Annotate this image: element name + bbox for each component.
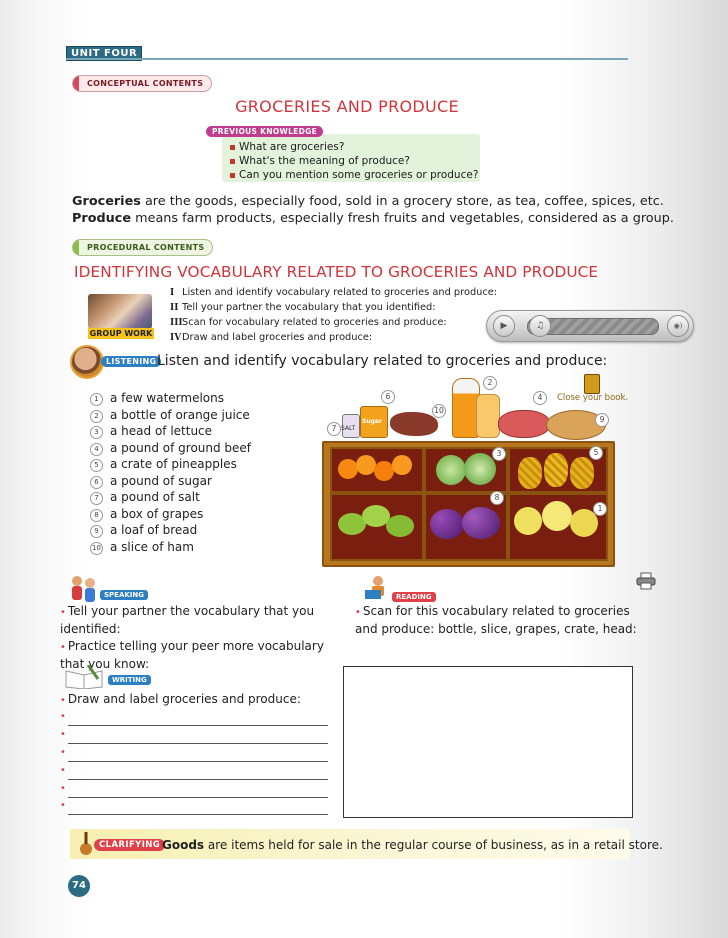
writing-badge: WRITING: [108, 675, 151, 685]
illustration-number: 10: [432, 404, 446, 418]
close-book-note: Close your book.: [557, 393, 629, 403]
previous-knowledge-item: What are groceries?: [230, 141, 344, 153]
previous-knowledge-item: What's the meaning of produce?: [230, 155, 410, 167]
illustration-number: 3: [492, 447, 506, 461]
illustration-number: 4: [533, 391, 547, 405]
reading-icon: [362, 574, 390, 602]
writing-icon: [64, 664, 106, 690]
printer-icon[interactable]: [636, 572, 656, 590]
writing-line[interactable]: [68, 725, 328, 726]
clarifying-badge: CLARIFYING: [94, 839, 166, 851]
illustration-number: 6: [381, 390, 395, 404]
section-title: IDENTIFYING VOCABULARY RELATED TO GROCER…: [74, 263, 599, 281]
listening-avatar: [70, 345, 104, 379]
writing-instruction: • Draw and label groceries and produce:: [60, 692, 301, 706]
mangoes-bin: [330, 493, 424, 561]
reading-items: • Scan for this vocabulary related to gro…: [355, 603, 640, 638]
play-icon[interactable]: ▶: [493, 315, 515, 337]
step-item: IVDraw and label groceries and produce:: [170, 332, 373, 343]
writing-bullet: •: [60, 783, 66, 794]
listening-badge: LISTENING: [101, 356, 162, 367]
juice-carton: [476, 394, 500, 438]
step-item: IIIScan for vocabulary related to grocer…: [170, 317, 447, 328]
speaking-badge: SPEAKING: [100, 590, 149, 600]
guitar-icon: [78, 832, 94, 856]
illustration-number: 9: [595, 413, 609, 427]
previous-knowledge-item: Can you mention some groceries or produc…: [230, 169, 478, 181]
vocab-item: 9a loaf of bread: [90, 523, 197, 538]
produce-crate: [322, 441, 615, 567]
previous-knowledge-label: PREVIOUS KNOWLEDGE: [206, 126, 324, 137]
produce-definition: Produce means farm products, especially …: [72, 211, 674, 226]
writing-bullet: •: [60, 800, 66, 811]
melons-bin: [508, 493, 608, 561]
writing-line[interactable]: [68, 814, 328, 815]
audio-player: ▶ ♫ ◉): [486, 310, 694, 342]
salt-label: SALT: [341, 425, 356, 432]
vocab-item: 8a box of grapes: [90, 507, 203, 522]
writing-line[interactable]: [68, 743, 328, 744]
listening-instruction: Listen and identify vocabulary related t…: [157, 353, 608, 369]
illustration-number: 5: [589, 446, 603, 460]
writing-line[interactable]: [68, 779, 328, 780]
book-icon: [584, 374, 600, 394]
conceptual-contents-label: CONCEPTUAL CONTENTS: [72, 75, 213, 92]
vocab-item: 6a pound of sugar: [90, 474, 212, 489]
writing-bullet: •: [60, 729, 66, 740]
vocab-item: 10 a slice of ham: [90, 540, 194, 555]
writing-line[interactable]: [68, 761, 328, 762]
group-work-label: GROUP WORK: [88, 328, 154, 339]
oranges-bin: [330, 447, 424, 493]
clarifying-text: Goods are items held for sale in the reg…: [162, 838, 663, 852]
writing-bullet: •: [60, 765, 66, 776]
volume-icon[interactable]: ◉): [667, 315, 689, 337]
groceries-definition: Groceries are the goods, especially food…: [72, 194, 664, 209]
page-number: 74: [68, 875, 90, 897]
sugar-label: Sugar: [362, 418, 382, 425]
vocab-item: 7a pound of salt: [90, 490, 200, 505]
header-rule: [66, 58, 628, 60]
illustration-number: 8: [490, 491, 504, 505]
illustration-number: 7: [327, 422, 341, 436]
vocab-item: 1a few watermelons: [90, 391, 224, 406]
illustration-number: 2: [483, 376, 497, 390]
step-item: II Tell your partner the vocabulary that …: [170, 302, 436, 313]
music-note-icon: ♫: [529, 315, 551, 337]
procedural-contents-label: PROCEDURAL CONTENTS: [72, 239, 214, 256]
illustration-number: 1: [593, 502, 607, 516]
reading-badge: READING: [392, 592, 436, 602]
speaking-item: • Tell your partner the vocabulary that y…: [60, 604, 315, 636]
drawing-box[interactable]: [343, 666, 633, 818]
vocab-item: 5a crate of pineapples: [90, 457, 237, 472]
page-title: GROCERIES AND PRODUCE: [235, 97, 459, 116]
step-item: I Listen and identify vocabulary related …: [170, 287, 498, 298]
vocab-item: 3a head of lettuce: [90, 424, 212, 439]
speaking-items: • Tell your partner the vocabulary that y…: [60, 603, 345, 673]
vocab-item: 2a bottle of orange juice: [90, 408, 250, 423]
writing-bullet: •: [60, 711, 66, 722]
ham-slices: [498, 410, 550, 438]
vocab-item: 4a pound of ground beef: [90, 441, 251, 456]
reading-item: • Scan for this vocabulary related to gro…: [355, 604, 637, 636]
group-work-photo: [88, 294, 152, 329]
ground-beef: [390, 412, 438, 436]
speaking-icon: [68, 574, 98, 604]
writing-line[interactable]: [68, 797, 328, 798]
writing-bullet: •: [60, 747, 66, 758]
